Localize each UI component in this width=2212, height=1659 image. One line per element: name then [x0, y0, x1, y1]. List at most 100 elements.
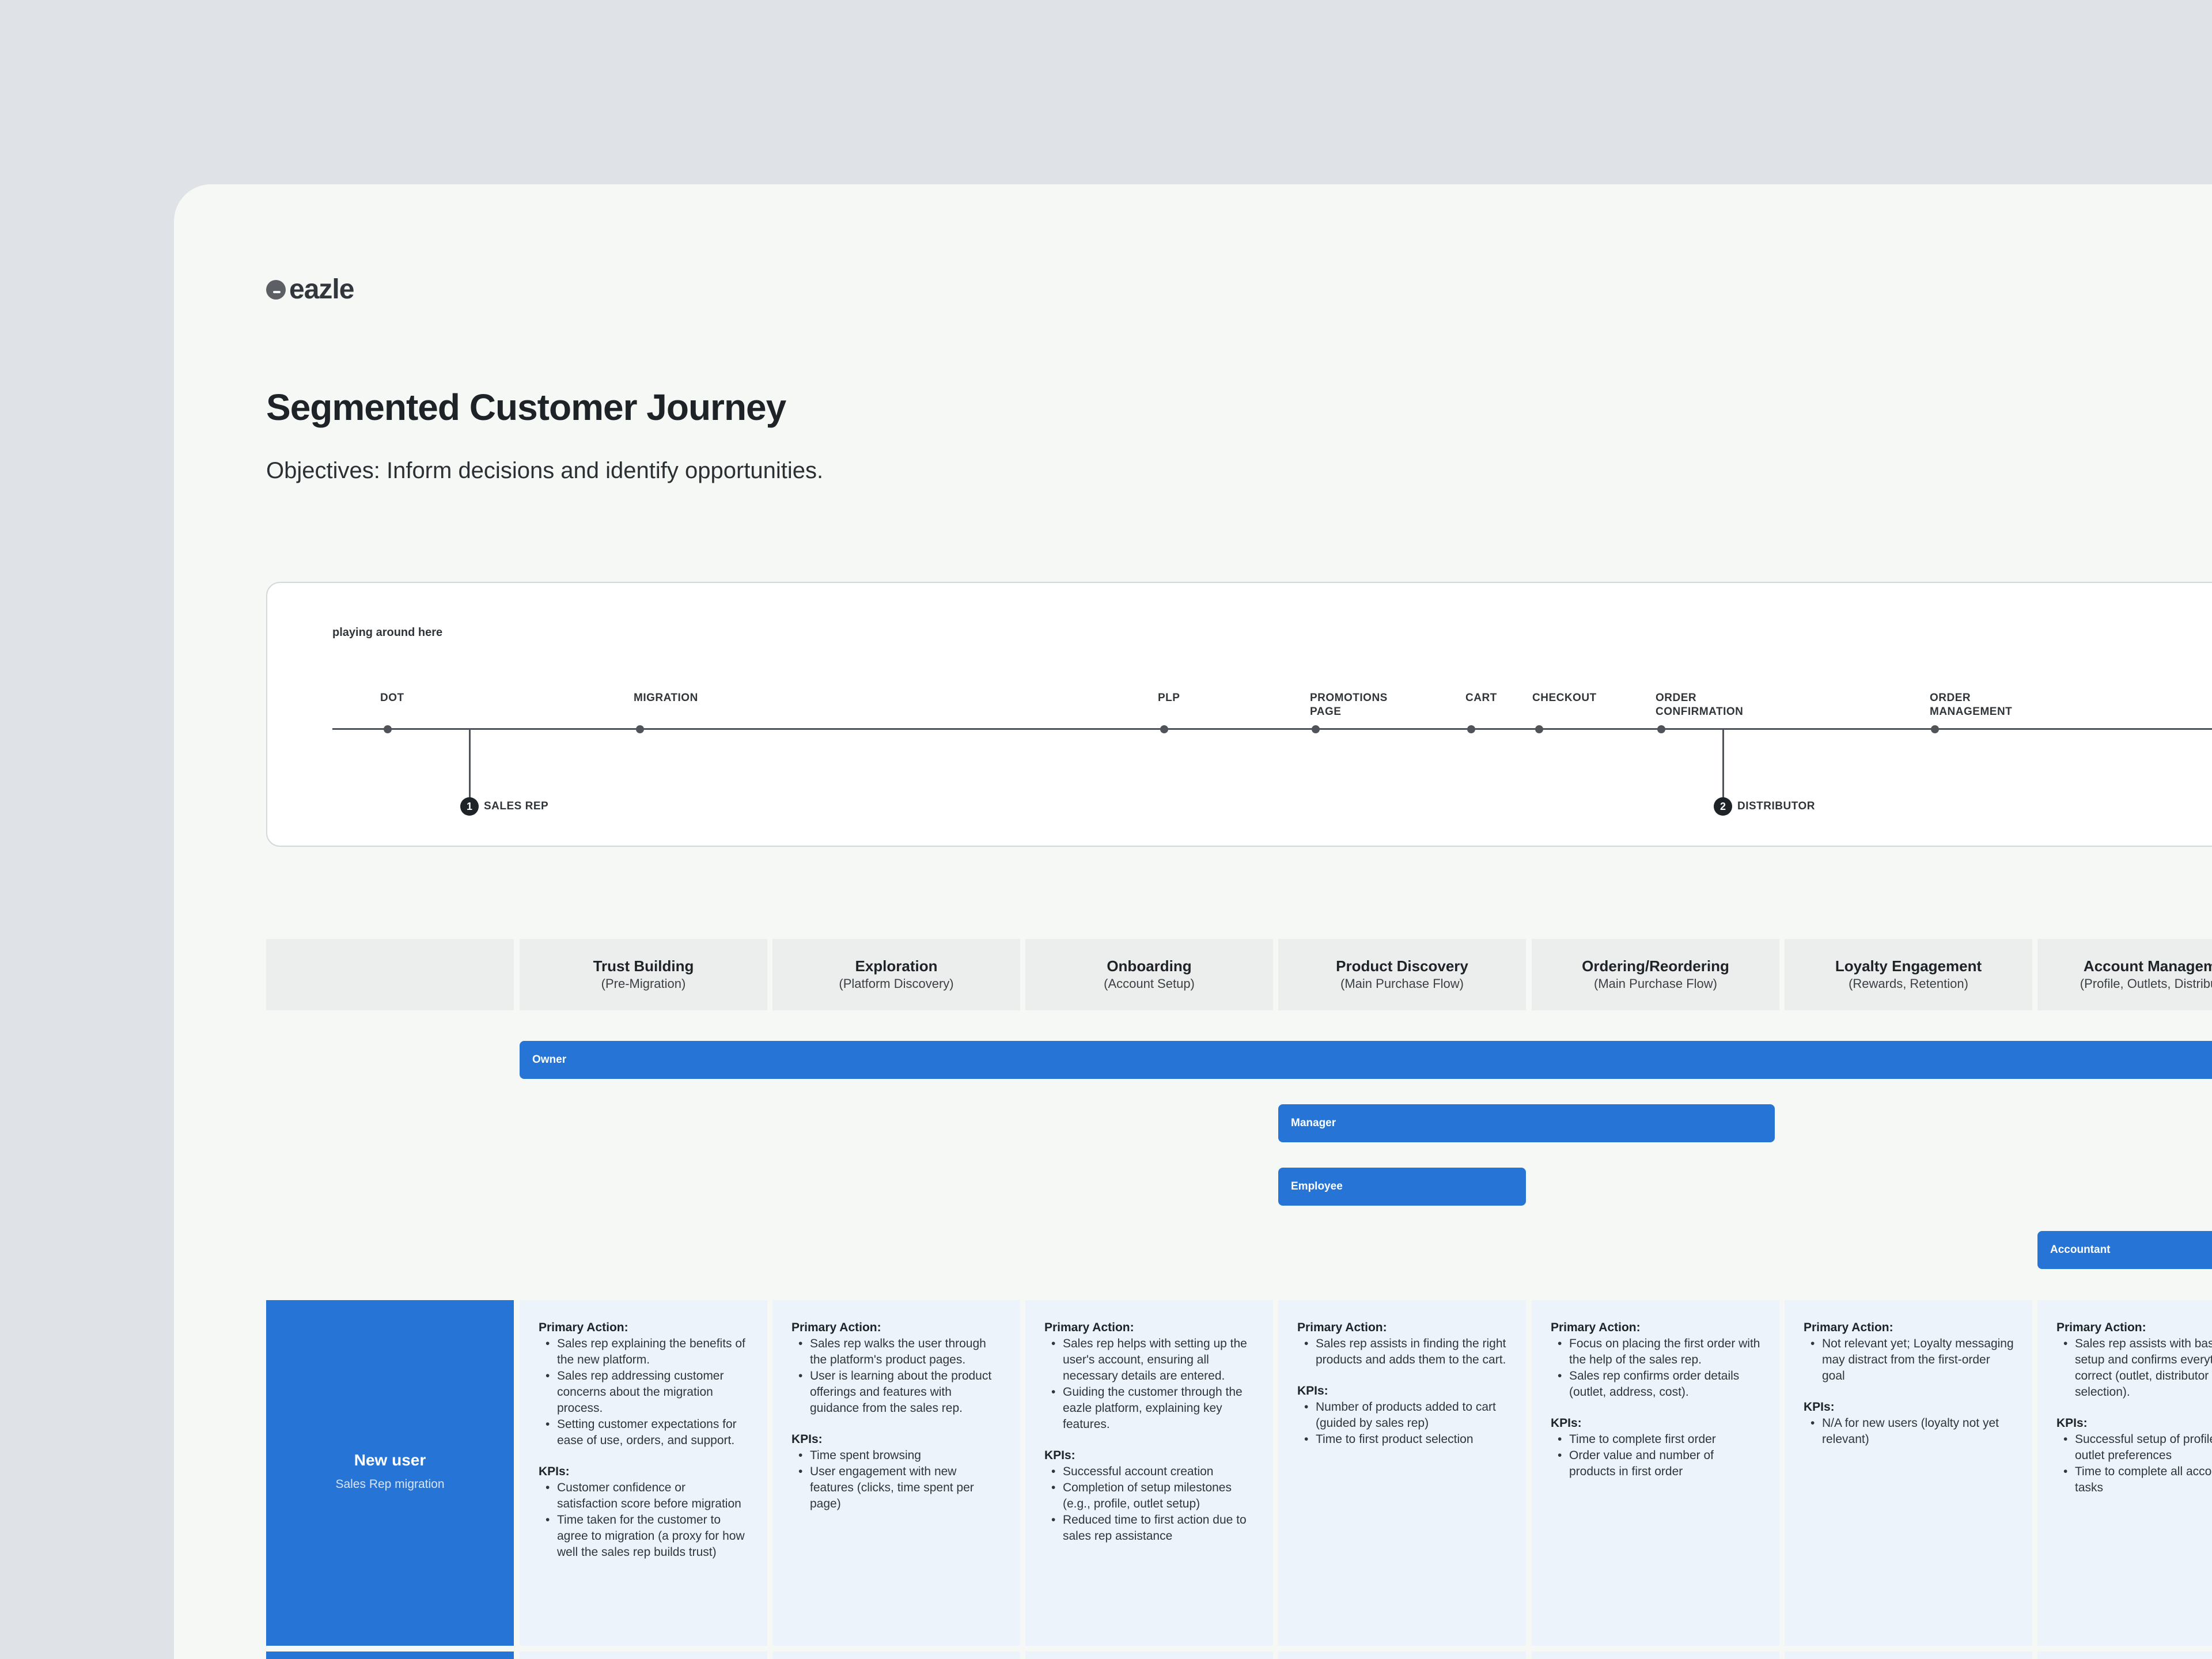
timeline-step-order-confirmation: ORDER CONFIRMATION: [1656, 692, 1744, 718]
next-row-cell: [1278, 1652, 1526, 1659]
timeline-dot-migration: [636, 725, 644, 733]
primary-action-list: Sales rep assists with basic profile set…: [2056, 1336, 2212, 1400]
timeline-dot-promotions: [1312, 725, 1320, 733]
list-item: Sales rep assists with basic profile set…: [2056, 1336, 2212, 1400]
kpi-list: Successful setup of profile and outlet p…: [2056, 1431, 2212, 1496]
phase-subtitle: (Account Setup): [1104, 976, 1195, 991]
journey-cell-onboarding: Primary Action: Sales rep helps with set…: [1025, 1300, 1273, 1646]
list-item: Time to complete all account setup tasks: [2056, 1464, 2212, 1496]
timeline-step-plp: PLP: [1158, 692, 1180, 704]
brand-logo[interactable]: eazle: [266, 274, 354, 305]
primary-action-heading: Primary Action:: [1551, 1321, 1641, 1334]
phase-subtitle: (Pre-Migration): [601, 976, 686, 991]
role-bar-manager[interactable]: Manager: [1278, 1104, 1775, 1142]
timeline-step-order-management: ORDER MANAGEMENT: [1930, 692, 2013, 718]
phase-header-product-discovery: Product Discovery (Main Purchase Flow): [1278, 939, 1526, 1010]
marker-label-sales-rep: SALES REP: [484, 800, 549, 812]
list-item: Number of products added to cart (guided…: [1297, 1399, 1508, 1431]
phase-header-onboarding: Onboarding (Account Setup): [1025, 939, 1273, 1010]
kpi-heading: KPIs:: [539, 1465, 570, 1478]
list-item: Successful account creation: [1044, 1464, 1255, 1480]
list-item: N/A for new users (loyalty not yet relev…: [1804, 1415, 2014, 1448]
list-item: Sales rep assists in finding the right p…: [1297, 1336, 1508, 1368]
kpi-list: Number of products added to cart (guided…: [1297, 1399, 1508, 1448]
next-row-cell: [1532, 1652, 1779, 1659]
marker-stem-distributor: [1722, 728, 1724, 806]
phase-subtitle: (Platform Discovery): [839, 976, 954, 991]
marker-badge-1: 1: [460, 797, 479, 816]
journey-cell-trust-building: Primary Action: Sales rep explaining the…: [520, 1300, 767, 1646]
timeline-step-dot: DOT: [380, 692, 404, 704]
page-title: Segmented Customer Journey: [266, 387, 786, 428]
primary-action-heading: Primary Action:: [1044, 1321, 1134, 1334]
kpi-heading: KPIs:: [1804, 1400, 1835, 1414]
phase-subtitle: (Main Purchase Flow): [1340, 976, 1464, 991]
list-item: Not relevant yet; Loyalty messaging may …: [1804, 1336, 2014, 1384]
list-item: Customer confidence or satisfaction scor…: [539, 1480, 749, 1512]
phase-title: Trust Building: [593, 957, 694, 975]
marker-stem-sales-rep: [469, 728, 471, 806]
primary-action-heading: Primary Action:: [2056, 1321, 2146, 1334]
list-item: Sales rep addressing customer concerns a…: [539, 1368, 749, 1416]
next-row-cell: [1785, 1652, 2032, 1659]
phase-title: Product Discovery: [1336, 957, 1468, 975]
segment-title: New user: [354, 1451, 426, 1469]
next-row-cell: [1025, 1652, 1273, 1659]
kpi-heading: KPIs:: [1551, 1416, 1582, 1430]
journey-cell-account-management: Primary Action: Sales rep assists with b…: [2037, 1300, 2212, 1646]
segment-subtitle: Sales Rep migration: [335, 1478, 445, 1491]
timeline-dot-dot: [384, 725, 392, 733]
phase-subtitle: (Main Purchase Flow): [1594, 976, 1717, 991]
kpi-list: N/A for new users (loyalty not yet relev…: [1804, 1415, 2014, 1448]
kpi-list: Successful account creation Completion o…: [1044, 1464, 1255, 1544]
role-bar-accountant[interactable]: Accountant: [2037, 1231, 2212, 1269]
timeline-dot-plp: [1160, 725, 1168, 733]
phase-header-loyalty: Loyalty Engagement (Rewards, Retention): [1785, 939, 2032, 1010]
list-item: Successful setup of profile and outlet p…: [2056, 1431, 2212, 1464]
primary-action-list: Sales rep walks the user through the pla…: [791, 1336, 1002, 1416]
journey-timeline-card: playing around here DOT MIGRATION PLP PR…: [266, 582, 2212, 847]
journey-cell-exploration: Primary Action: Sales rep walks the user…: [772, 1300, 1020, 1646]
journey-cell-ordering: Primary Action: Focus on placing the fir…: [1532, 1300, 1779, 1646]
list-item: Focus on placing the first order with th…: [1551, 1336, 1761, 1368]
journey-cell-product-discovery: Primary Action: Sales rep assists in fin…: [1278, 1300, 1526, 1646]
kpi-list: Time to complete first order Order value…: [1551, 1431, 1761, 1480]
list-item: Sales rep helps with setting up the user…: [1044, 1336, 1255, 1384]
phase-title: Account Management: [2083, 957, 2212, 975]
list-item: Time taken for the customer to agree to …: [539, 1512, 749, 1560]
phase-header-ordering: Ordering/Reordering (Main Purchase Flow): [1532, 939, 1779, 1010]
kpi-list: Time spent browsing User engagement with…: [791, 1448, 1002, 1512]
list-item: Sales rep walks the user through the pla…: [791, 1336, 1002, 1368]
brand-name: eazle: [289, 274, 354, 305]
role-bar-employee[interactable]: Employee: [1278, 1168, 1526, 1206]
timeline-axis: [332, 728, 2212, 730]
timeline-step-migration: MIGRATION: [634, 692, 698, 704]
marker-label-distributor: DISTRIBUTOR: [1737, 800, 1815, 812]
eazle-logo-icon: [266, 279, 286, 300]
primary-action-list: Not relevant yet; Loyalty messaging may …: [1804, 1336, 2014, 1384]
primary-action-heading: Primary Action:: [539, 1321, 628, 1334]
page-subtitle: Objectives: Inform decisions and identif…: [266, 458, 824, 483]
next-row-cell: [772, 1652, 1020, 1659]
timeline-dot-cart: [1467, 725, 1475, 733]
list-item: Sales rep explaining the benefits of the…: [539, 1336, 749, 1368]
phase-title: Exploration: [855, 957, 938, 975]
role-bar-owner[interactable]: Owner: [520, 1041, 2212, 1079]
phase-header-trust-building: Trust Building (Pre-Migration): [520, 939, 767, 1010]
phase-header-corner: [266, 939, 514, 1010]
next-segment-label: [266, 1652, 514, 1659]
timeline-dot-checkout: [1535, 725, 1543, 733]
phase-title: Ordering/Reordering: [1582, 957, 1729, 975]
phase-title: Onboarding: [1107, 957, 1192, 975]
timeline-dot-order-management: [1931, 725, 1939, 733]
phase-header-exploration: Exploration (Platform Discovery): [772, 939, 1020, 1010]
list-item: Sales rep confirms order details (outlet…: [1551, 1368, 1761, 1400]
journey-cell-loyalty: Primary Action: Not relevant yet; Loyalt…: [1785, 1300, 2032, 1646]
timeline-step-checkout: CHECKOUT: [1532, 692, 1597, 704]
primary-action-list: Sales rep assists in finding the right p…: [1297, 1336, 1508, 1368]
list-item: Time to first product selection: [1297, 1431, 1508, 1448]
kpi-list: Customer confidence or satisfaction scor…: [539, 1480, 749, 1560]
next-row-cell: [520, 1652, 767, 1659]
journey-board: eazle Segmented Customer Journey Objecti…: [174, 184, 2212, 1659]
journey-note: playing around here: [332, 626, 443, 639]
